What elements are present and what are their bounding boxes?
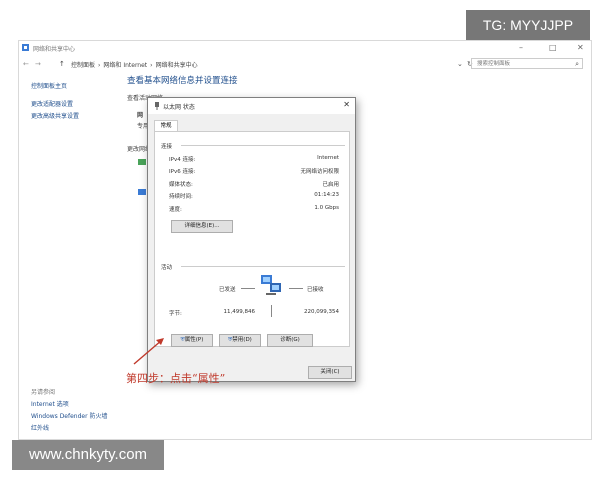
crumb-separator: › bbox=[150, 62, 153, 69]
duration-value: 01:14:23 bbox=[314, 192, 339, 198]
sidebar-item-sharing[interactable]: 更改高级共享设置 bbox=[31, 111, 79, 120]
bytes-label: 字节: bbox=[169, 311, 182, 317]
forward-button[interactable]: → bbox=[35, 60, 41, 68]
dialog-title: 以太网 状态 bbox=[163, 104, 195, 111]
speed-value: 1.0 Gbps bbox=[314, 205, 339, 211]
network-name-partial: 网 bbox=[137, 112, 144, 119]
disable-button-label: 禁用(D) bbox=[232, 337, 252, 343]
disable-button[interactable]: ⛨禁用(D) bbox=[219, 334, 261, 347]
activity-header: 活动 bbox=[161, 265, 173, 271]
divider bbox=[271, 305, 272, 317]
dialog-title-bar: 以太网 状态 ✕ bbox=[148, 98, 355, 114]
sidebar-item-infrared[interactable]: 红外线 bbox=[31, 423, 49, 432]
divider bbox=[181, 145, 345, 146]
crumb-separator: › bbox=[98, 62, 101, 69]
annotation-arrow bbox=[133, 338, 164, 365]
general-panel: 连接 IPv4 连接: Internet IPv6 连接: 无网络访问权限 媒体… bbox=[154, 131, 350, 347]
page-title: 查看基本网络信息并设置连接 bbox=[127, 76, 238, 86]
sent-label: 已发送 bbox=[219, 287, 236, 293]
address-bar: ← → ↑ 控制面板 › 网络和 Internet › 网络和共享中心 ⌄ ↻ 搜索控制… bbox=[19, 56, 591, 72]
watermark-url: www.chnkyty.com bbox=[12, 440, 164, 470]
dialog-close-icon[interactable]: ✕ bbox=[343, 100, 350, 109]
speed-label: 速度: bbox=[169, 207, 182, 213]
sidebar-item-firewall[interactable]: Windows Defender 防火墙 bbox=[31, 411, 107, 420]
crumb-control-panel[interactable]: 控制面板 bbox=[71, 62, 95, 69]
ipv6-value: 无网络访问权限 bbox=[300, 169, 339, 175]
see-also-title: 另请参阅 bbox=[31, 389, 56, 396]
media-state-label: 媒体状态: bbox=[169, 182, 193, 188]
diagnose-button[interactable]: 诊断(G) bbox=[267, 334, 313, 347]
chevron-down-icon[interactable]: ⌄ bbox=[457, 60, 463, 68]
maximize-button[interactable]: □ bbox=[549, 43, 557, 52]
troubleshoot-icon[interactable] bbox=[137, 187, 147, 197]
ipv4-label: IPv4 连接: bbox=[169, 157, 196, 163]
annotation-step-text: 第四步：点击“属性” bbox=[126, 372, 226, 385]
ipv6-label: IPv6 连接: bbox=[169, 169, 196, 175]
crumb-network-sharing[interactable]: 网络和共享中心 bbox=[156, 62, 198, 69]
connection-header: 连接 bbox=[161, 144, 173, 150]
divider bbox=[289, 288, 303, 289]
back-button[interactable]: ← bbox=[23, 60, 29, 68]
sidebar-item-internet-options[interactable]: Internet 选项 bbox=[31, 399, 69, 408]
network-icon bbox=[22, 44, 29, 51]
minimize-button[interactable]: – bbox=[519, 43, 523, 52]
screenshot: 网络和共享中心 – □ ✕ ← → ↑ 控制面板 › 网络和 Internet › 网络… bbox=[0, 0, 600, 480]
crumb-network-internet[interactable]: 网络和 Internet bbox=[103, 62, 147, 69]
bytes-sent-value: 11,499,846 bbox=[223, 309, 256, 315]
search-icon[interactable]: ⌕ bbox=[575, 59, 579, 69]
duration-label: 持续时间: bbox=[169, 194, 193, 200]
setup-connection-icon[interactable] bbox=[137, 157, 147, 167]
properties-button[interactable]: ⛨属性(P) bbox=[171, 334, 213, 347]
details-button[interactable]: 详细信息(E)... bbox=[171, 220, 233, 233]
ethernet-icon bbox=[155, 102, 159, 110]
received-label: 已接收 bbox=[307, 287, 324, 293]
watermark-tg: TG: MYYJJPP bbox=[466, 10, 590, 40]
breadcrumb[interactable]: 控制面板 › 网络和 Internet › 网络和共享中心 bbox=[71, 60, 201, 69]
close-button[interactable]: 关闭(C) bbox=[308, 366, 352, 379]
properties-button-label: 属性(P) bbox=[184, 337, 204, 343]
ipv4-value: Internet bbox=[317, 155, 339, 161]
title-bar: 网络和共享中心 – □ ✕ bbox=[19, 41, 591, 56]
divider bbox=[241, 288, 255, 289]
media-state-value: 已启用 bbox=[322, 182, 339, 188]
divider bbox=[181, 266, 345, 267]
sidebar-item-adapter[interactable]: 更改适配器设置 bbox=[31, 99, 73, 108]
search-placeholder: 搜索控制面板 bbox=[477, 61, 511, 67]
network-activity-icon bbox=[261, 275, 281, 295]
up-button[interactable]: ↑ bbox=[59, 60, 65, 68]
search-input[interactable]: 搜索控制面板 ⌕ bbox=[471, 58, 583, 69]
ethernet-status-dialog: 以太网 状态 ✕ 常规 连接 IPv4 连接: Internet IPv6 连接… bbox=[147, 97, 356, 382]
window-title: 网络和共享中心 bbox=[33, 46, 76, 53]
sidebar-item-home[interactable]: 控制面板主页 bbox=[31, 81, 67, 90]
bytes-received-value: 220,099,354 bbox=[304, 309, 339, 315]
close-window-button[interactable]: ✕ bbox=[577, 43, 584, 52]
